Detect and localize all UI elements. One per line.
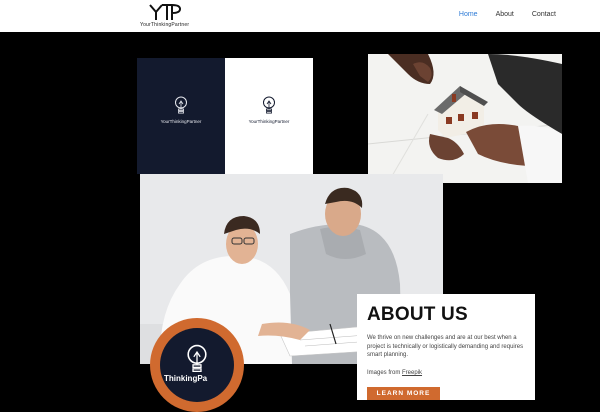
nav-home-link[interactable]: Home [459, 11, 478, 18]
house-model-photo [368, 54, 562, 183]
site-header: YourThinkingPartner Home About Contact [0, 0, 600, 32]
nav-contact-link[interactable]: Contact [532, 11, 556, 18]
lightbulb-icon [175, 96, 187, 114]
about-description: We thrive on new challenges and are at o… [367, 335, 524, 359]
image-credit: Images from Freepik [367, 370, 422, 376]
badge-inner [160, 328, 234, 402]
learn-more-button[interactable]: LEARN MORE [367, 387, 440, 400]
logo-text: YourThinkingPartner [140, 22, 190, 28]
brand-card-light: YourThinkingPartner [225, 58, 313, 174]
lightbulb-icon [187, 344, 207, 373]
nav-about-link[interactable]: About [496, 11, 514, 18]
about-panel: ABOUT US We thrive on new challenges and… [357, 294, 535, 400]
main-nav: Home About Contact [459, 11, 556, 18]
credit-prefix: Images from [367, 370, 401, 376]
brand-card-dark: YourThinkingPartner [137, 58, 225, 174]
card-brand-text: YourThinkingPartner [160, 119, 202, 124]
card-brand-text: YourThinkingPartner [248, 119, 290, 124]
about-title: ABOUT US [367, 304, 468, 325]
brand-badge: ThinkingPa [150, 318, 244, 412]
lightbulb-icon [263, 96, 275, 114]
logo[interactable]: YourThinkingPartner [140, 4, 190, 30]
house-photo-illustration [368, 54, 562, 183]
logo-mark-icon [149, 4, 182, 20]
badge-text: ThinkingPa [164, 374, 208, 383]
freepik-link[interactable]: Freepik [402, 370, 422, 376]
